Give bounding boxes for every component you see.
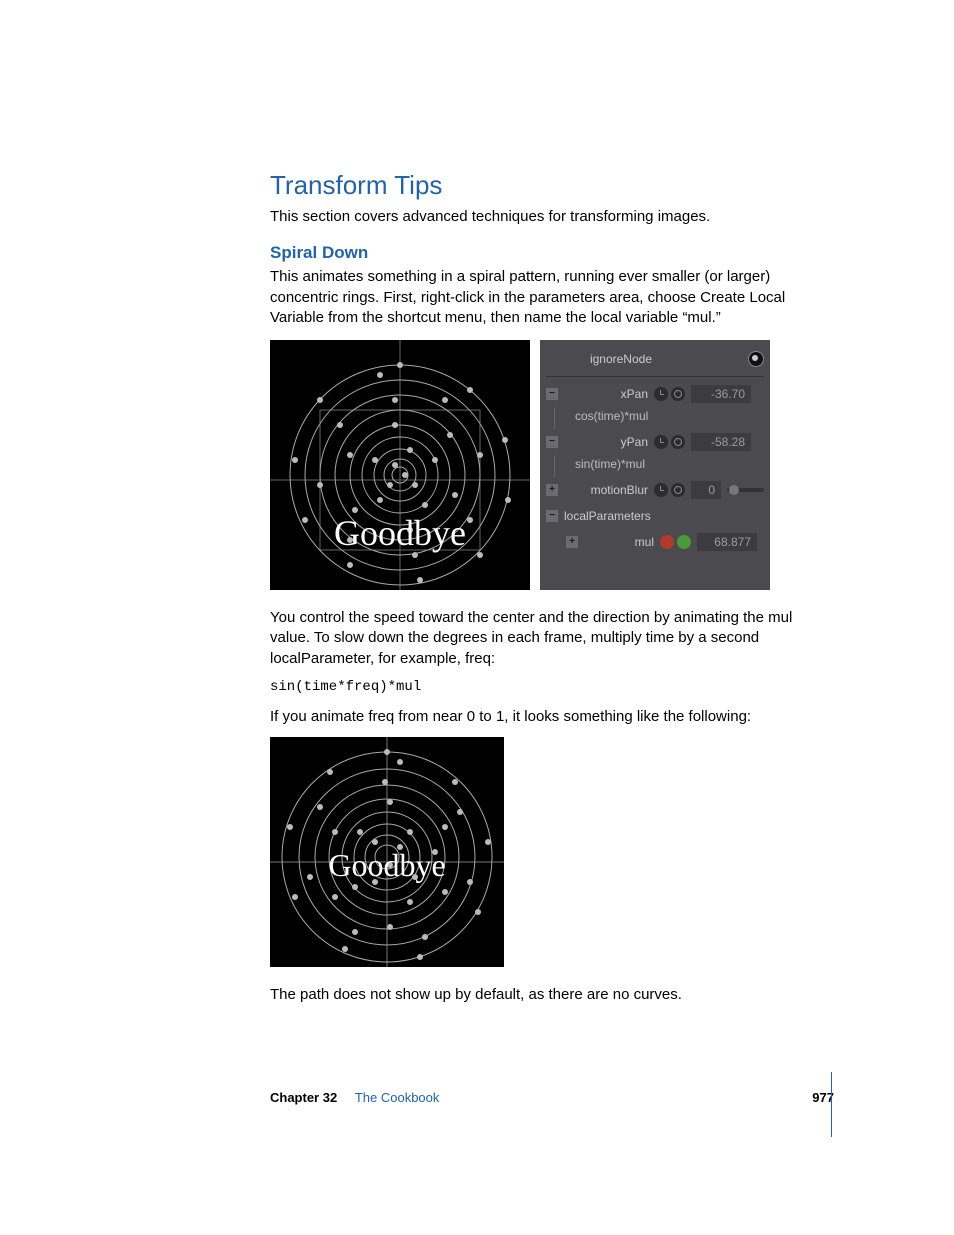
footer-left: Chapter 32 The Cookbook — [270, 1090, 439, 1105]
xpan-icons — [654, 387, 685, 401]
ignore-node-toggle[interactable] — [748, 351, 764, 367]
paragraph-2: You control the speed toward the center … — [270, 608, 824, 669]
localparameters-label: localParameters — [564, 509, 651, 523]
localparameters-row: − localParameters — [546, 503, 764, 529]
ypan-expression[interactable]: sin(time)*mul — [554, 455, 764, 477]
spiral-figure-2: Goodbye — [270, 737, 504, 967]
parameters-panel: ignoreNode − xPan -36.70 cos(time)*mul −… — [540, 340, 770, 590]
ignore-node-row: ignoreNode — [546, 346, 764, 372]
ypan-value[interactable]: -58.28 — [691, 433, 751, 451]
footer-rule — [831, 1072, 832, 1137]
expand-icon[interactable]: + — [566, 536, 578, 548]
spiral-figure-1: Goodbye — [270, 340, 530, 590]
mul-value[interactable]: 68.877 — [697, 533, 757, 551]
paragraph-4: The path does not show up by default, as… — [270, 985, 824, 1005]
page-footer: Chapter 32 The Cookbook 977 — [270, 1090, 834, 1105]
xpan-label: xPan — [564, 387, 648, 401]
key-green-icon[interactable] — [677, 535, 691, 549]
xpan-expression[interactable]: cos(time)*mul — [554, 407, 764, 429]
motionblur-row: + motionBlur 0 — [546, 477, 764, 503]
motionblur-slider[interactable] — [727, 488, 764, 492]
link-icon[interactable] — [671, 483, 685, 497]
clock-icon[interactable] — [654, 483, 668, 497]
paragraph-1: This animates something in a spiral patt… — [270, 267, 824, 328]
motionblur-icons — [654, 483, 685, 497]
clock-icon[interactable] — [654, 435, 668, 449]
ypan-label: yPan — [564, 435, 648, 449]
motionblur-label: motionBlur — [564, 483, 648, 497]
section-intro: This section covers advanced techniques … — [270, 207, 824, 227]
chapter-title: The Cookbook — [355, 1090, 440, 1105]
xpan-value[interactable]: -36.70 — [691, 385, 751, 403]
collapse-icon[interactable]: − — [546, 388, 558, 400]
figure-2-caption-text: Goodbye — [328, 847, 445, 884]
clock-icon[interactable] — [654, 387, 668, 401]
collapse-icon[interactable]: − — [546, 510, 558, 522]
section-heading: Transform Tips — [270, 170, 824, 201]
key-red-icon[interactable] — [660, 535, 674, 549]
subsection-heading: Spiral Down — [270, 243, 824, 263]
collapse-icon[interactable]: − — [546, 436, 558, 448]
motionblur-value[interactable]: 0 — [691, 481, 721, 499]
chapter-label: Chapter 32 — [270, 1090, 337, 1105]
figure-1-caption-text: Goodbye — [334, 512, 466, 554]
mul-row: + mul 68.877 — [546, 529, 764, 555]
mul-icons — [660, 535, 691, 549]
mul-label: mul — [584, 535, 654, 549]
figure-row-1: Goodbye ignoreNode − xPan -36.70 cos(tim… — [270, 340, 824, 590]
link-icon[interactable] — [671, 387, 685, 401]
document-page: Transform Tips This section covers advan… — [0, 0, 954, 1235]
link-icon[interactable] — [671, 435, 685, 449]
ypan-row: − yPan -58.28 — [546, 429, 764, 455]
code-expression: sin(time*freq)*mul — [270, 679, 824, 695]
xpan-row: − xPan -36.70 — [546, 381, 764, 407]
ypan-icons — [654, 435, 685, 449]
ignore-node-label: ignoreNode — [562, 352, 652, 366]
paragraph-3: If you animate freq from near 0 to 1, it… — [270, 707, 824, 727]
expand-icon[interactable]: + — [546, 484, 558, 496]
